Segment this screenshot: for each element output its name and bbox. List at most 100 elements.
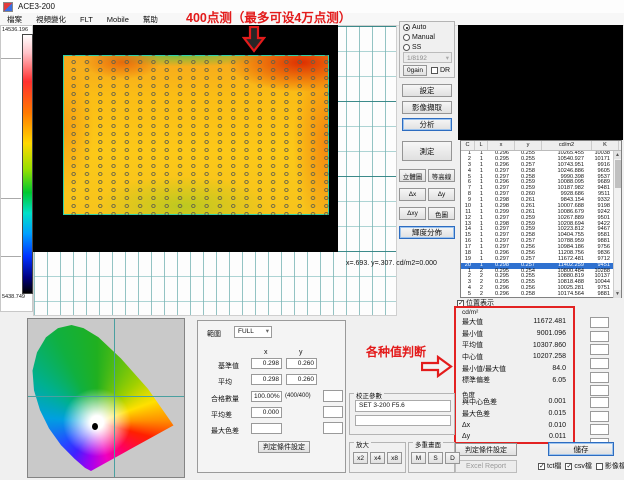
menu-item-檔案[interactable]: 檔案 bbox=[0, 14, 29, 25]
table-scrollbar[interactable]: ▲ ▼ bbox=[613, 151, 621, 298]
analyze-button[interactable]: 分析 bbox=[402, 118, 452, 131]
excel-report-button[interactable]: Excel Report bbox=[455, 460, 517, 473]
cie-chromaticity-diagram[interactable] bbox=[27, 318, 185, 478]
zoom-x8-button[interactable]: x8 bbox=[387, 452, 402, 464]
scroll-down-icon[interactable]: ▼ bbox=[614, 290, 621, 298]
dr-checkbox[interactable]: DR bbox=[431, 67, 450, 74]
colorbar-max-label: 14536.196 bbox=[2, 27, 28, 33]
table-header-cell[interactable]: C bbox=[461, 141, 475, 150]
down-arrow-icon bbox=[242, 26, 266, 53]
radio-icon[interactable] bbox=[403, 24, 410, 31]
multi-screen-d-button[interactable]: D bbox=[445, 452, 460, 464]
average-x-field[interactable]: 0.298 bbox=[251, 374, 282, 385]
file-checkbox-csv檔[interactable]: ✓csv檔 bbox=[565, 461, 592, 471]
dr-checkbox-box[interactable] bbox=[431, 67, 438, 74]
max-diff-field[interactable] bbox=[251, 423, 282, 434]
menu-item-幫助[interactable]: 幫助 bbox=[136, 14, 165, 25]
table-header-cell[interactable]: x bbox=[488, 141, 515, 150]
luminance-label: 中心值 bbox=[462, 352, 483, 362]
file-checkbox-box[interactable] bbox=[596, 463, 603, 470]
delta-y-button[interactable]: Δy bbox=[428, 188, 455, 201]
average-diff-field[interactable]: 0.000 bbox=[251, 407, 282, 418]
file-checkbox-box[interactable]: ✓ bbox=[565, 463, 572, 470]
file-checkbox-tct檔[interactable]: ✓tct檔 bbox=[538, 461, 561, 471]
luminance-indicator-box bbox=[590, 331, 609, 342]
menu-item-視頻變化[interactable]: 視頻變化 bbox=[29, 14, 73, 25]
image-capture-button[interactable]: 影像擷取 bbox=[402, 101, 452, 114]
measure-button[interactable]: 測定 bbox=[402, 141, 452, 161]
colormap-button[interactable]: 色圖 bbox=[428, 207, 455, 220]
multi-screen-title: 多重畫面 bbox=[413, 439, 443, 449]
save-button[interactable]: 儲存 bbox=[548, 442, 614, 456]
capture-mode-radio-ss[interactable]: SS bbox=[403, 43, 454, 52]
gain-button[interactable]: 0gain bbox=[403, 65, 427, 76]
chroma-label: Δy bbox=[462, 433, 470, 440]
zoom-x2-button[interactable]: x2 bbox=[353, 452, 368, 464]
luminance-value: 11672.481 bbox=[533, 318, 566, 325]
annotation-values-text: 各种值判断 bbox=[366, 343, 426, 360]
capture-settings-group: AutoManualSS 1/8192 0gain DR bbox=[399, 21, 455, 78]
measurement-table[interactable]: CLxycd/m2K 110.2960.25510265.45510038210… bbox=[460, 140, 622, 298]
table-body[interactable]: 110.2960.25510265.45510038210.2950.25510… bbox=[461, 151, 621, 298]
table-header-cell[interactable]: L bbox=[475, 141, 488, 150]
reference-y-field[interactable]: 0.260 bbox=[286, 358, 317, 369]
zoom-buttons: x2x4x8 bbox=[353, 452, 404, 464]
zoom-group-title: 放大 bbox=[354, 439, 371, 449]
file-checkbox-影像檔[interactable]: 影像檔 bbox=[596, 461, 624, 471]
contour-button[interactable]: 等高線 bbox=[428, 169, 455, 182]
reference-x-field[interactable]: 0.298 bbox=[251, 358, 282, 369]
luminance-distribution-button[interactable]: 輝度分佈 bbox=[399, 226, 455, 239]
view-3d-button[interactable]: 立體圖 bbox=[399, 169, 426, 182]
pass-count-note: (400/400) bbox=[285, 393, 311, 399]
multi-screen-s-button[interactable]: S bbox=[428, 452, 443, 464]
scrollbar-thumb[interactable] bbox=[615, 160, 621, 188]
settings-button[interactable]: 設定 bbox=[402, 84, 452, 97]
luminance-results: 最大值11672.481最小值9001.096平均值10307.860中心值10… bbox=[452, 316, 570, 386]
luminance-label: 最小值/最大值 bbox=[462, 364, 506, 374]
menu-item-FLT[interactable]: FLT bbox=[73, 15, 100, 24]
table-row[interactable]: 520.2960.25810174.5649881 bbox=[461, 292, 621, 298]
colorbar-tick bbox=[1, 58, 21, 59]
reference-label: 基準值 bbox=[218, 361, 239, 371]
luminance-indicator-box bbox=[590, 385, 609, 396]
position-checkbox-box[interactable]: ✓ bbox=[457, 300, 464, 307]
scroll-up-icon[interactable]: ▲ bbox=[614, 151, 621, 159]
calibration-value2-field[interactable] bbox=[355, 415, 451, 426]
judge-condition-button-middle[interactable]: 判定條件設定 bbox=[258, 441, 310, 453]
average-y-field[interactable]: 0.260 bbox=[286, 374, 317, 385]
window-title: ACE3-200 bbox=[18, 2, 55, 11]
range-select[interactable]: FULL bbox=[234, 326, 272, 338]
table-header: CLxycd/m2K bbox=[461, 141, 621, 151]
judge-condition-button[interactable]: 判定條件設定 bbox=[455, 443, 517, 456]
delta-xy-button[interactable]: Δxy bbox=[399, 207, 426, 220]
chroma-results: 與中心色差0.001最大色差0.015Δx0.010Δy0.011 bbox=[452, 396, 570, 443]
luminance-indicator-box bbox=[590, 372, 609, 383]
max-diff-indicator-box bbox=[323, 422, 343, 434]
file-checkbox-box[interactable]: ✓ bbox=[538, 463, 545, 470]
table-cell: 2 bbox=[474, 292, 486, 298]
chroma-indicator-box bbox=[590, 424, 609, 435]
capture-mode-radio-auto[interactable]: Auto bbox=[403, 23, 454, 32]
capture-mode-radio-manual[interactable]: Manual bbox=[403, 33, 454, 42]
table-header-cell[interactable]: K bbox=[592, 141, 619, 150]
capture-mode-radios: AutoManualSS bbox=[400, 23, 454, 52]
table-cell: 5 bbox=[461, 292, 474, 298]
chroma-value: 0.010 bbox=[548, 422, 566, 429]
dr-checkbox-label: DR bbox=[440, 67, 450, 74]
zoom-x4-button[interactable]: x4 bbox=[370, 452, 385, 464]
luminance-label: 標準偏差 bbox=[462, 375, 490, 385]
menu-item-Mobile[interactable]: Mobile bbox=[100, 15, 136, 24]
table-header-cell[interactable]: y bbox=[515, 141, 542, 150]
table-header-cell[interactable]: cd/m2 bbox=[542, 141, 592, 150]
multi-screen-m-button[interactable]: M bbox=[411, 452, 426, 464]
shutter-speed-select[interactable]: 1/8192 bbox=[403, 52, 452, 63]
calibration-value-field[interactable]: SET 3-200 F5.6 bbox=[355, 400, 451, 412]
radio-icon[interactable] bbox=[403, 34, 410, 41]
delta-x-button[interactable]: Δx bbox=[399, 188, 426, 201]
position-display-checkbox[interactable]: ✓ 位置表示 bbox=[457, 298, 494, 308]
radio-icon[interactable] bbox=[403, 44, 410, 51]
pass-percent-field[interactable]: 100.00% bbox=[251, 391, 282, 402]
table-cell: 10174.564 bbox=[538, 292, 587, 298]
luminance-row: 中心值10207.258 bbox=[452, 351, 570, 363]
cie-crosshair-vertical bbox=[114, 319, 115, 477]
